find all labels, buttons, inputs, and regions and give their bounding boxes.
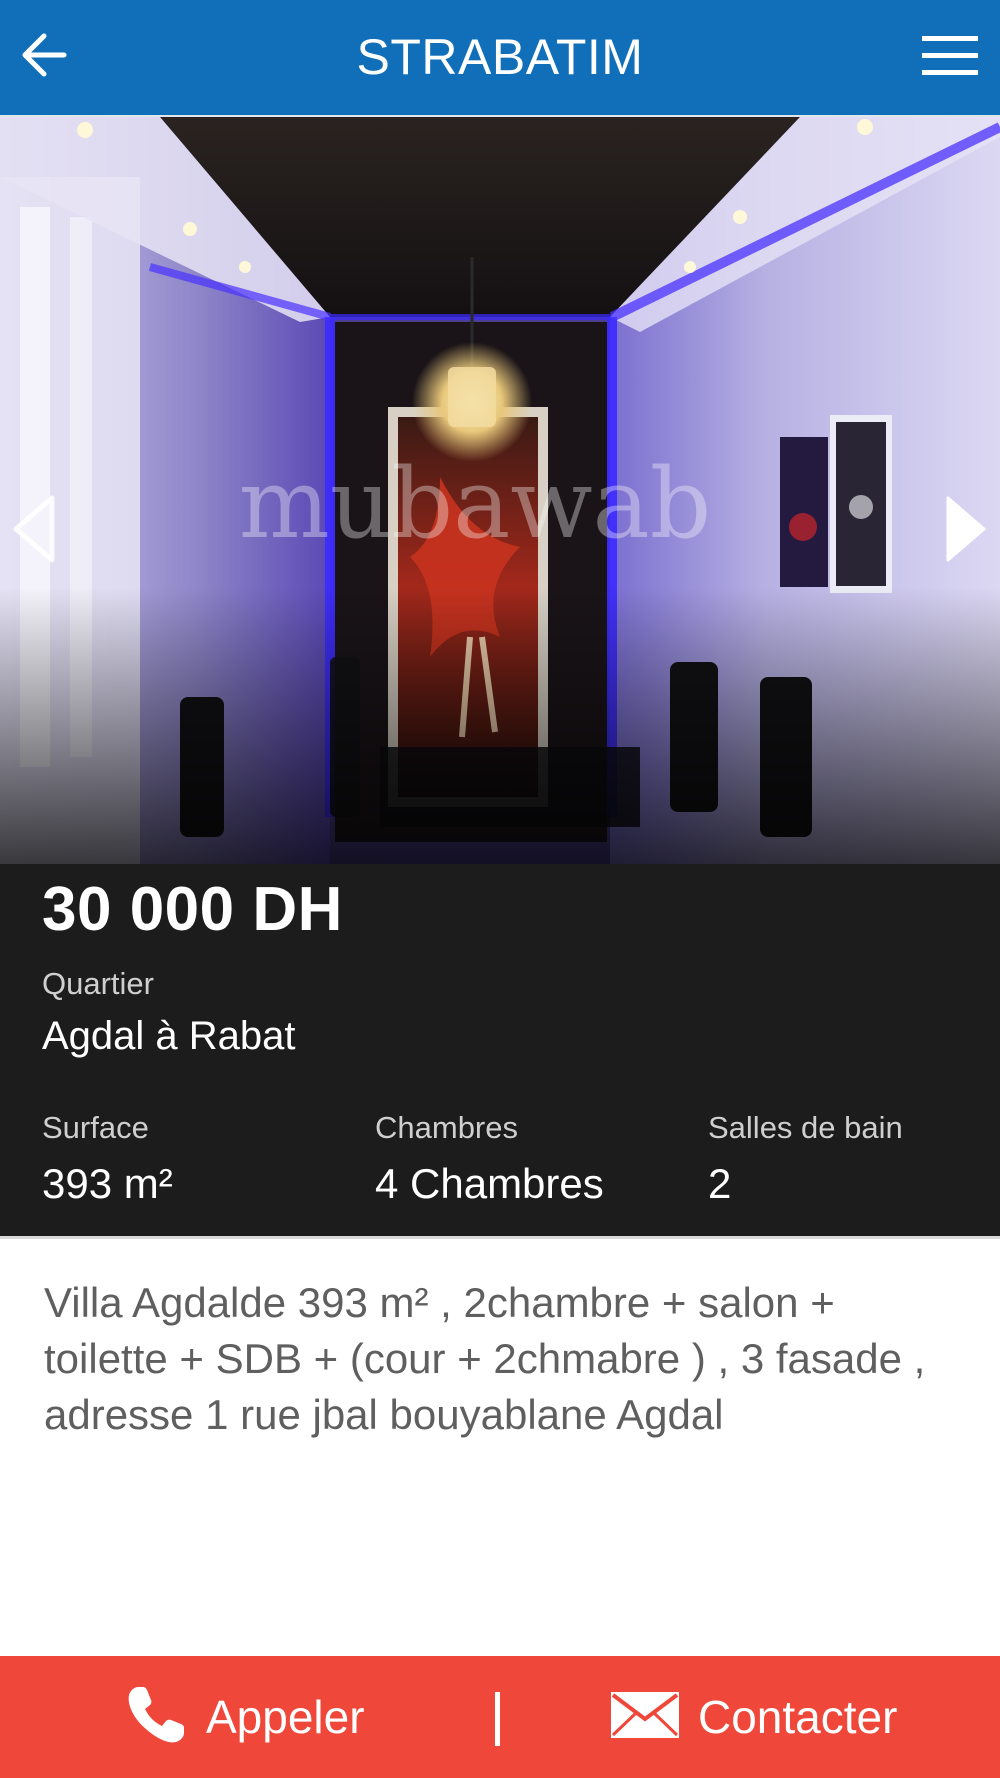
call-button[interactable]: Appeler <box>124 1656 365 1778</box>
stat-value: 393 m² <box>42 1160 173 1207</box>
stat-label: Surface <box>42 1110 149 1145</box>
listing-price: 30 000 DH <box>42 875 343 944</box>
back-button[interactable] <box>14 24 74 90</box>
quartier-label: Quartier <box>42 966 154 1001</box>
quartier-value: Agdal à Rabat <box>42 1014 296 1058</box>
dining-room-image: mubawab <box>0 117 1000 864</box>
stat-value: 2 <box>708 1160 732 1207</box>
action-bar: Appeler Contacter <box>0 1656 1000 1778</box>
envelope-icon <box>610 1691 680 1744</box>
app-title: STRABATIM <box>356 29 644 85</box>
menu-button[interactable] <box>920 30 980 86</box>
listing-description: Villa Agdalde 393 m² , 2chambre + salon … <box>44 1279 926 1438</box>
arrow-left-icon <box>20 32 68 83</box>
carousel-next-button[interactable] <box>936 489 996 569</box>
chevron-left-icon <box>12 494 56 564</box>
top-bar: STRABATIM <box>0 0 1000 117</box>
phone-icon <box>124 1683 188 1752</box>
call-label: Appeler <box>206 1691 365 1743</box>
stat-label: Salles de bain <box>708 1110 903 1145</box>
contact-button[interactable]: Contacter <box>610 1656 897 1778</box>
action-separator <box>495 1692 500 1746</box>
stat-label: Chambres <box>375 1110 518 1145</box>
stat-value: 4 Chambres <box>375 1160 604 1207</box>
contact-label: Contacter <box>698 1691 898 1743</box>
property-photo[interactable]: mubawab <box>0 117 1000 864</box>
stat-chambres: Chambres 4 Chambres <box>375 1110 604 1208</box>
stat-salles-de-bain: Salles de bain 2 <box>708 1110 903 1208</box>
hamburger-menu-icon <box>922 34 978 83</box>
listing-summary: 30 000 DH Quartier Agdal à Rabat Surface… <box>0 864 1000 1236</box>
stat-surface: Surface 393 m² <box>42 1110 173 1208</box>
carousel-prev-button[interactable] <box>4 489 64 569</box>
watermark-text: mubawab <box>239 448 711 560</box>
listing-screen: STRABATIM mubawab 30 000 DH Quartier Agd… <box>0 0 1000 1778</box>
chevron-right-icon <box>944 494 988 564</box>
section-divider <box>0 1236 1000 1239</box>
